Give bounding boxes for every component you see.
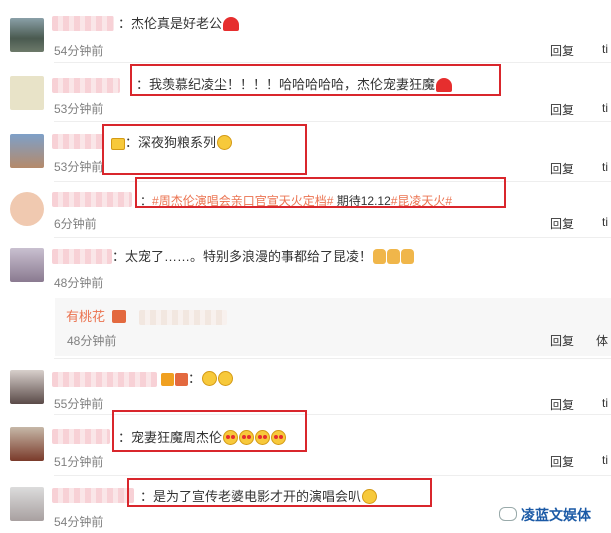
v-badge-icon (161, 373, 174, 386)
highlight-box (112, 410, 307, 452)
comment-text: ：太宠了……。特别多浪漫的事都给了昆凌！ (112, 248, 415, 266)
reply-button[interactable]: 回复 (550, 160, 574, 177)
comment-item: ：杰伦真是好老公 54分钟前 回复 ti (0, 0, 611, 60)
highlight-box (130, 64, 501, 96)
more-action[interactable]: 体 (596, 332, 608, 349)
timestamp: 51分钟前 (54, 455, 104, 469)
comment-text: ： (160, 370, 234, 388)
more-action[interactable]: ti (602, 453, 608, 467)
avatar[interactable] (10, 487, 44, 521)
timestamp: 48分钟前 (67, 334, 117, 348)
more-action[interactable]: ti (602, 215, 608, 229)
username[interactable] (52, 429, 110, 444)
timestamp: 55分钟前 (54, 397, 104, 411)
avatar[interactable] (10, 134, 44, 168)
wechat-icon (499, 507, 517, 521)
avatar[interactable] (10, 370, 44, 404)
username[interactable] (52, 16, 114, 31)
reply-button[interactable]: 回复 (550, 215, 574, 232)
watermark: 凌蓝文娱体 (499, 505, 591, 525)
reply-button[interactable]: 回复 (550, 453, 574, 470)
username[interactable] (52, 249, 112, 264)
avatar[interactable] (10, 427, 44, 461)
avatar[interactable] (10, 248, 44, 282)
reply-button[interactable]: 回复 (550, 42, 574, 59)
sub-reply: 有桃花 48分钟前 回复 体 (55, 298, 611, 356)
badge-icon (112, 310, 126, 323)
timestamp: 54分钟前 (54, 515, 104, 529)
avatar[interactable] (10, 76, 44, 110)
sub-reply-text-blurred (139, 310, 227, 325)
more-action[interactable]: ti (602, 42, 608, 56)
avatar[interactable] (10, 18, 44, 52)
laugh-icon (218, 371, 234, 386)
sub-reply-author[interactable]: 有桃花 (66, 308, 105, 326)
avatar[interactable] (10, 192, 44, 226)
username[interactable] (52, 192, 132, 207)
username[interactable] (52, 372, 157, 387)
laugh-icon (202, 371, 218, 386)
reply-button[interactable]: 回复 (550, 332, 574, 349)
more-action[interactable]: ti (602, 160, 608, 174)
badge-icon (175, 373, 188, 386)
username[interactable] (52, 78, 120, 93)
comment-item: ： 55分钟前 回复 ti (0, 359, 611, 414)
timestamp: 53分钟前 (54, 102, 104, 116)
reply-button[interactable]: 回复 (550, 396, 574, 413)
timestamp: 54分钟前 (54, 44, 104, 58)
thumbs-up-icon (401, 249, 415, 264)
highlight-box (135, 177, 506, 208)
timestamp: 6分钟前 (54, 217, 97, 231)
username[interactable] (52, 488, 134, 503)
comment-item: ：太宠了……。特别多浪漫的事都给了昆凌！ 48分钟前 (0, 238, 611, 298)
thumbs-up-icon (387, 249, 401, 264)
timestamp: 48分钟前 (54, 276, 104, 290)
username[interactable] (52, 134, 104, 149)
highlight-box (102, 124, 307, 175)
more-action[interactable]: ti (602, 101, 608, 115)
heart-icon (223, 17, 240, 31)
comment-text: ：杰伦真是好老公 (118, 15, 240, 33)
timestamp: 53分钟前 (54, 160, 104, 174)
highlight-box (127, 478, 432, 507)
thumbs-up-icon (373, 249, 387, 264)
reply-button[interactable]: 回复 (550, 101, 574, 118)
more-action[interactable]: ti (602, 396, 608, 410)
